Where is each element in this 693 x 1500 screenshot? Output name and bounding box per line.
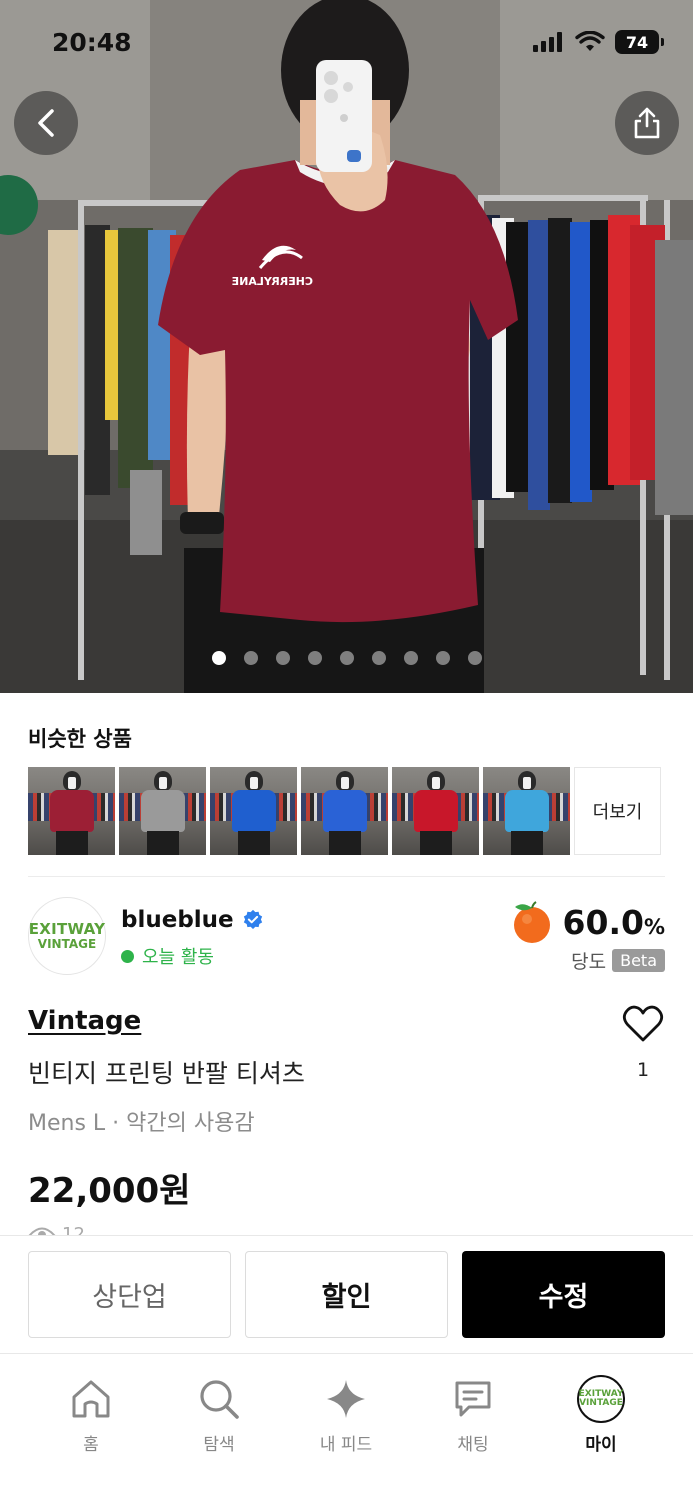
chat-icon	[455, 1381, 491, 1417]
sweetness-label-row: 당도 Beta	[571, 947, 665, 974]
thumbnail-pants	[147, 831, 179, 855]
seller-status-text: 오늘 활동	[142, 947, 214, 968]
sweetness-label: 당도	[571, 951, 607, 973]
tangerine-icon	[513, 901, 550, 943]
heart-icon	[622, 1005, 664, 1042]
bottom-tab-bar: 홈 탐색 내 피드 채팅 EXITWAY VINTAGE 마이	[0, 1353, 693, 1500]
carousel-dot	[436, 651, 450, 665]
like-count: 1	[636, 1059, 650, 1081]
carousel-dot	[276, 651, 290, 665]
cellular-signal-icon	[533, 32, 562, 52]
similar-item-thumbnail[interactable]	[119, 767, 206, 855]
tab-avatar-logo-line2: VINTAGE	[579, 1398, 623, 1408]
action-bar: 상단업 할인 수정	[0, 1235, 693, 1353]
sweetness-value-wrap: 60.0%	[563, 903, 665, 942]
thumbnail-shirt	[323, 790, 367, 832]
seller-activity-status: 오늘 활동	[121, 943, 214, 969]
home-icon	[72, 1380, 110, 1418]
chevron-left-icon	[38, 109, 54, 137]
product-photo: CHERRYLANE	[0, 0, 693, 693]
discount-button[interactable]: 할인	[245, 1251, 448, 1338]
thumbnail-phone	[341, 777, 349, 789]
similar-item-thumbnail[interactable]	[392, 767, 479, 855]
online-dot-icon	[121, 949, 134, 963]
tab-home-label: 홈	[83, 1435, 99, 1455]
product-photo-carousel[interactable]: CHERRYLANE 20:48 74	[0, 0, 693, 693]
carousel-dot	[308, 651, 322, 665]
thumbnail-shirt	[50, 790, 94, 832]
battery-icon: 74	[615, 30, 664, 54]
status-indicators: 74	[533, 30, 664, 54]
edit-button[interactable]: 수정	[462, 1251, 665, 1338]
thumbnail-pants	[56, 831, 88, 855]
tab-home[interactable]: 홈	[46, 1376, 136, 1455]
thumbnail-pants	[420, 831, 452, 855]
thumbnail-shirt	[414, 790, 458, 832]
sweetness-score[interactable]: 60.0%	[509, 899, 665, 945]
tab-explore-label: 탐색	[203, 1435, 235, 1455]
thumbnail-pants	[238, 831, 270, 855]
carousel-dot	[212, 651, 226, 665]
sweetness-value: 60.0	[562, 902, 644, 942]
seller-logo-text: EXITWAY	[28, 920, 106, 938]
section-divider	[28, 876, 665, 877]
seller-logo-subtext: VINTAGE	[37, 937, 97, 951]
search-icon	[200, 1380, 239, 1419]
shirt-print-text: CHERRYLANE	[232, 275, 313, 288]
thumbnail-phone	[432, 777, 440, 789]
thumbnail-phone	[523, 777, 531, 789]
tab-explore[interactable]: 탐색	[174, 1376, 264, 1455]
status-bar: 20:48 74	[0, 0, 693, 88]
tab-chat[interactable]: 채팅	[428, 1376, 518, 1455]
share-button[interactable]	[615, 91, 679, 155]
tab-my-feed-label: 내 피드	[319, 1435, 373, 1455]
back-button[interactable]	[14, 91, 78, 155]
carousel-dot	[340, 651, 354, 665]
product-price: 22,000원	[28, 1171, 191, 1211]
seller-name: blueblue	[121, 907, 234, 933]
thumbnail-pants	[511, 831, 543, 855]
carousel-dot	[404, 651, 418, 665]
seller-name-row[interactable]: blueblue	[121, 907, 264, 933]
thumbnail-shirt	[232, 790, 276, 832]
product-title: 빈티지 프린팅 반팔 티셔츠	[28, 1059, 305, 1088]
similar-item-thumbnail[interactable]	[301, 767, 388, 855]
beta-badge: Beta	[612, 949, 665, 972]
carousel-dot	[244, 651, 258, 665]
sweetness-unit: %	[643, 914, 665, 939]
tab-my-label: 마이	[585, 1435, 617, 1455]
thumbnail-phone	[159, 777, 167, 789]
similar-item-thumbnail[interactable]	[28, 767, 115, 855]
wifi-icon	[575, 31, 605, 51]
see-more-button[interactable]: 더보기	[574, 767, 661, 855]
like-button[interactable]: 1	[620, 1005, 666, 1081]
similar-item-thumbnail[interactable]	[483, 767, 570, 855]
share-icon	[634, 107, 660, 139]
tab-my-feed[interactable]: 내 피드	[301, 1376, 391, 1455]
product-meta: Mens L · 약간의 사용감	[28, 1111, 255, 1136]
thumbnail-pants	[329, 831, 361, 855]
tab-chat-label: 채팅	[457, 1435, 489, 1455]
carousel-dot	[372, 651, 386, 665]
brand-link[interactable]: Vintage	[28, 1006, 141, 1036]
verified-badge-icon	[243, 909, 262, 929]
similar-items-list: 더보기	[28, 767, 661, 855]
sparkle-icon	[327, 1380, 365, 1418]
thumbnail-shirt	[505, 790, 549, 832]
seller-avatar[interactable]: EXITWAY VINTAGE	[28, 897, 106, 975]
tab-my[interactable]: EXITWAY VINTAGE 마이	[556, 1375, 646, 1455]
thumbnail-phone	[68, 777, 76, 789]
carousel-dot	[468, 651, 482, 665]
bump-up-button[interactable]: 상단업	[28, 1251, 231, 1338]
thumbnail-phone	[250, 777, 258, 789]
similar-items-title: 비슷한 상품	[28, 727, 132, 751]
profile-avatar-icon: EXITWAY VINTAGE	[577, 1375, 625, 1423]
carousel-page-indicator	[212, 651, 482, 665]
similar-item-thumbnail[interactable]	[210, 767, 297, 855]
thumbnail-shirt	[141, 790, 185, 832]
status-time: 20:48	[52, 28, 132, 57]
